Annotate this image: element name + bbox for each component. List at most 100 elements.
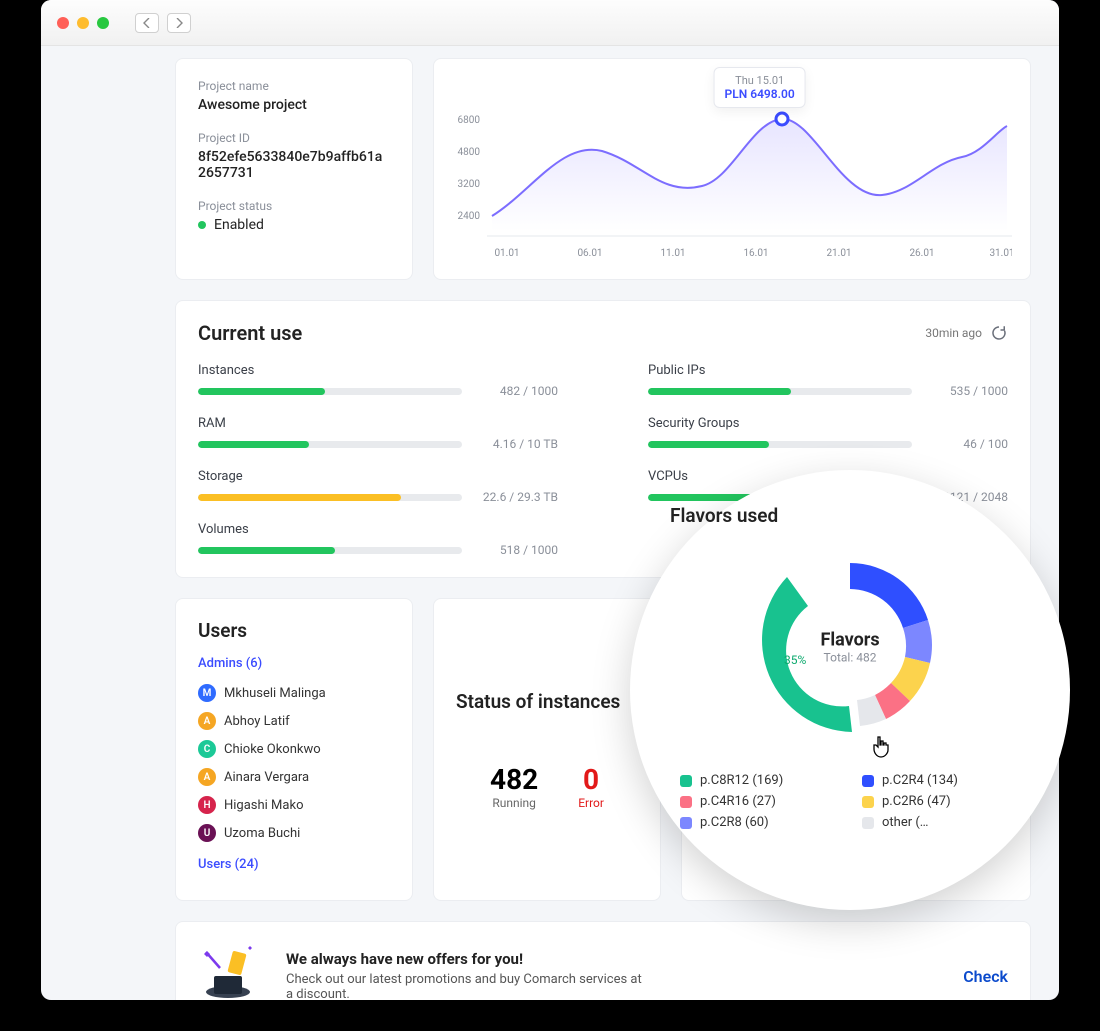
metric-instances: Instances482 / 1000: [198, 363, 558, 398]
tooltip-date: Thu 15.01: [725, 74, 795, 87]
status-dot-icon: [198, 221, 206, 229]
progress-bar: [198, 388, 462, 395]
user-item[interactable]: C Chioke Okonkwo: [198, 735, 390, 763]
legend-swatch-icon: [680, 775, 692, 787]
status-instances-card: Status of instances 482 Running 0 Error: [433, 598, 661, 901]
pointer-cursor-icon: [870, 735, 892, 765]
legend-item: p.C8R12 (169): [680, 773, 838, 788]
user-name: Abhoy Latif: [224, 714, 290, 729]
project-info-card: Project name Awesome project Project ID …: [175, 58, 413, 280]
window-maximize-icon[interactable]: [97, 17, 109, 29]
progress-bar: [198, 547, 462, 554]
project-status-label: Project status: [198, 199, 390, 213]
user-name: Ainara Vergara: [224, 770, 309, 785]
metric-label: Storage: [198, 469, 558, 484]
avatar: C: [198, 740, 216, 758]
svg-text:6800: 6800: [458, 115, 481, 126]
metric-value: 46 / 100: [930, 437, 1008, 451]
legend-item: p.C2R8 (60): [680, 815, 838, 830]
nav-back-button[interactable]: [135, 13, 159, 33]
metric-volumes: Volumes 518 / 1000: [198, 522, 558, 557]
nav-forward-button[interactable]: [167, 13, 191, 33]
users-card: Users Admins (6) M Mkhuseli Malinga A Abhoy…: [175, 598, 413, 901]
svg-text:11.01: 11.01: [660, 248, 685, 259]
legend-item: p.C2R6 (47): [862, 794, 1020, 809]
svg-text:01.01: 01.01: [494, 248, 519, 259]
metric-value: 482 / 1000: [480, 384, 558, 398]
donut-center: Flavors Total: 482: [820, 630, 879, 665]
svg-text:3200: 3200: [458, 179, 481, 190]
metric-value: 518 / 1000: [480, 543, 558, 557]
current-use-title: Current use: [198, 321, 302, 345]
svg-text:26.01: 26.01: [909, 248, 934, 259]
avatar: H: [198, 796, 216, 814]
user-item[interactable]: HHigashi Mako: [198, 791, 390, 819]
error-count: 0: [578, 763, 604, 796]
current-use-time: 30min ago: [925, 326, 982, 340]
metric-value: 535 / 1000: [930, 384, 1008, 398]
avatar: A: [198, 712, 216, 730]
running-label: Running: [490, 796, 538, 810]
legend-swatch-icon: [862, 817, 874, 829]
project-name-value: Awesome project: [198, 97, 390, 113]
refresh-icon[interactable]: [990, 324, 1008, 342]
promo-card: We always have new offers for you! Check…: [175, 921, 1031, 1000]
window-minimize-icon[interactable]: [77, 17, 89, 29]
window-close-icon[interactable]: [57, 17, 69, 29]
donut-chart[interactable]: Flavors Total: 482 35%: [740, 535, 960, 759]
avatar: U: [198, 824, 216, 842]
metric-ram: RAM 4.16 / 10 TB: [198, 416, 558, 451]
user-item[interactable]: M Mkhuseli Malinga: [198, 679, 390, 707]
svg-text:2400: 2400: [458, 211, 481, 222]
users-title: Users: [198, 619, 390, 642]
error-label: Error: [578, 796, 604, 810]
legend-item: p.C2R4 (134): [862, 773, 1020, 788]
admins-link[interactable]: Admins (6): [198, 656, 390, 671]
legend-swatch-icon: [680, 817, 692, 829]
user-item[interactable]: A Abhoy Latif: [198, 707, 390, 735]
tooltip-value: PLN 6498.00: [725, 87, 795, 101]
metric-security-groups: Security Groups 46 / 100: [648, 416, 1008, 451]
flavors-overlay: Flavors used Flavors Total: 482: [630, 470, 1070, 910]
user-name: Chioke Okonkwo: [224, 742, 321, 757]
svg-text:16.01: 16.01: [743, 248, 768, 259]
metric-value: 4.16 / 10 TB: [480, 437, 558, 451]
promo-check-button[interactable]: Check: [963, 967, 1008, 986]
window-titlebar: [41, 0, 1059, 46]
metric-storage: Storage 22.6 / 29.3 TB: [198, 469, 558, 504]
legend-item: other (…: [862, 815, 1020, 830]
progress-bar: [648, 441, 912, 448]
progress-bar: [198, 441, 462, 448]
progress-bar: [198, 494, 462, 501]
flavors-title: Flavors used: [670, 504, 778, 527]
users-link[interactable]: Users (24): [198, 857, 390, 872]
chart-tooltip: Thu 15.01 PLN 6498.00: [714, 67, 806, 108]
legend-swatch-icon: [680, 796, 692, 808]
svg-text:21.01: 21.01: [826, 248, 851, 259]
promo-subtitle: Check out our latest promotions and buy …: [286, 972, 646, 1000]
metric-public-ips: Public IPs 535 / 1000: [648, 363, 1008, 398]
metric-value: 22.6 / 29.3 TB: [480, 490, 558, 504]
project-status-value: Enabled: [214, 217, 264, 233]
avatar: M: [198, 684, 216, 702]
svg-text:06.01: 06.01: [577, 248, 602, 259]
user-item[interactable]: A Ainara Vergara: [198, 763, 390, 791]
metric-label: Volumes: [198, 522, 558, 537]
project-id-value: 8f52efe5633840e7b9affb61a2657731: [198, 149, 390, 181]
legend-swatch-icon: [862, 775, 874, 787]
user-item[interactable]: U Uzoma Buchi: [198, 819, 390, 847]
user-name: Uzoma Buchi: [224, 826, 300, 841]
project-name-label: Project name: [198, 79, 390, 93]
running-count: 482: [490, 763, 538, 796]
legend-swatch-icon: [862, 796, 874, 808]
metric-label: Security Groups: [648, 416, 1008, 431]
progress-bar: [648, 388, 912, 395]
svg-text:4800: 4800: [458, 147, 481, 158]
user-name: Mkhuseli Malinga: [224, 686, 326, 701]
promo-title: We always have new offers for you!: [286, 950, 646, 968]
magic-hat-icon: [198, 942, 262, 1000]
avatar: A: [198, 768, 216, 786]
metric-label: Public IPs: [648, 363, 1008, 378]
svg-text:31.01: 31.01: [989, 248, 1012, 259]
metric-label: RAM: [198, 416, 558, 431]
